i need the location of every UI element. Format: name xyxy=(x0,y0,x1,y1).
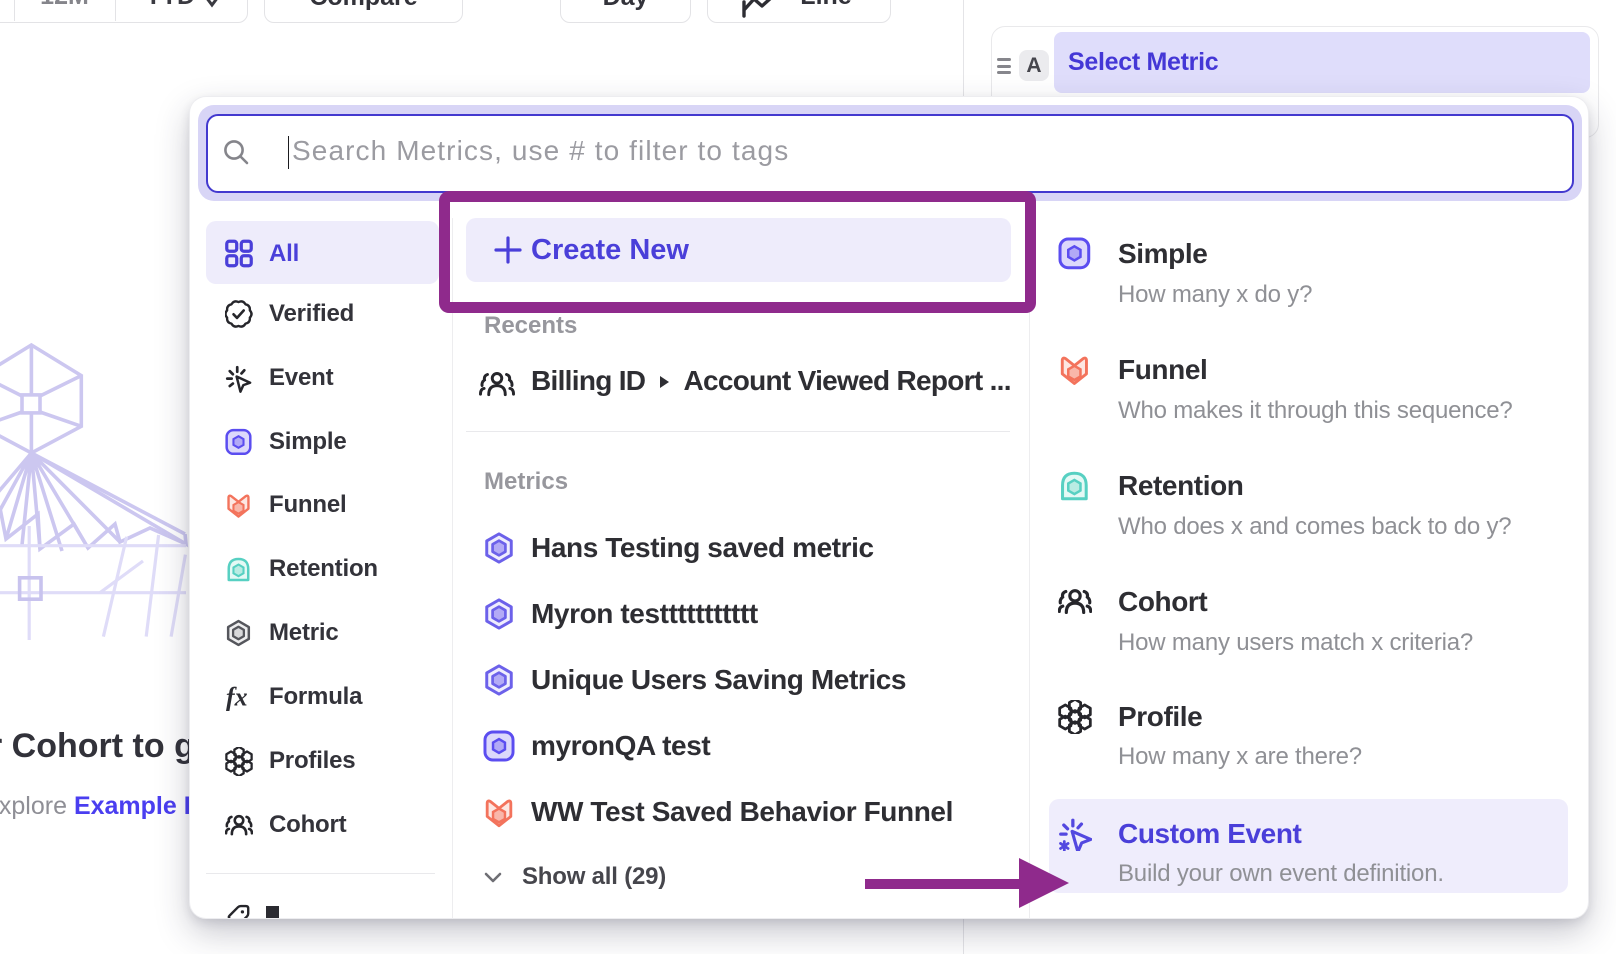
svg-text:fx: fx xyxy=(226,683,248,711)
